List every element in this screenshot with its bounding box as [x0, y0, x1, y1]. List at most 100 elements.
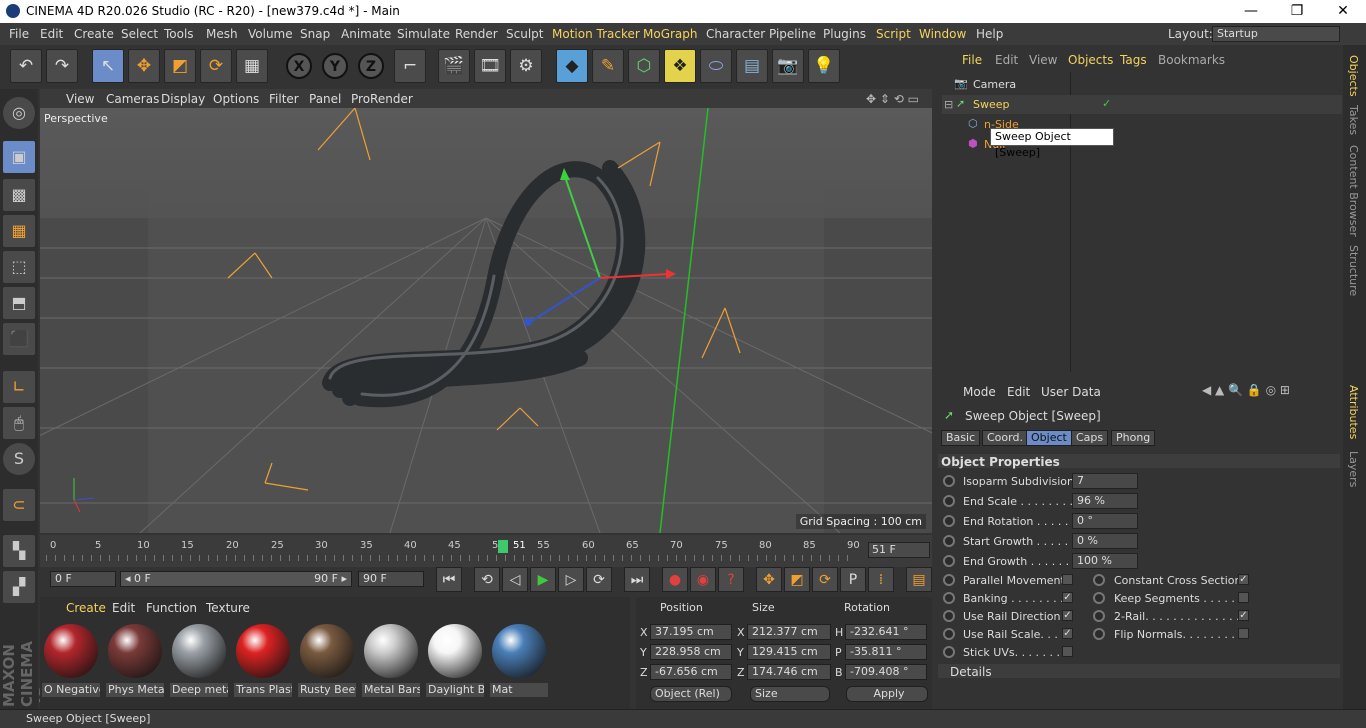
vp-menu-options[interactable]: Options — [213, 92, 259, 106]
tab-content-browser[interactable]: Content Browser — [1347, 145, 1360, 237]
anim-radio[interactable] — [943, 610, 955, 622]
start-frame-field[interactable]: 0 F — [50, 571, 116, 587]
anim-radio[interactable] — [943, 574, 955, 586]
tab-object[interactable]: Object — [1026, 430, 1072, 446]
material-swatch[interactable]: O Negative — [42, 622, 100, 698]
tweak-mode-icon[interactable]: 🖱 — [3, 407, 35, 439]
planar-workplane-icon[interactable]: ▞ — [3, 571, 35, 603]
tab-layers[interactable]: Layers — [1347, 451, 1360, 487]
menu-animate[interactable]: Animate — [341, 27, 391, 41]
tab-caps[interactable]: Caps — [1071, 430, 1109, 446]
mat-menu-texture[interactable]: Texture — [206, 601, 250, 615]
points-mode-icon[interactable]: ⬚ — [3, 251, 35, 283]
pen-spline-icon[interactable]: ✎ — [592, 49, 624, 83]
start-growth-field[interactable]: 0 % — [1072, 533, 1138, 549]
material-swatch[interactable]: Trans Plasti — [234, 622, 292, 698]
deformer-icon[interactable]: ⬭ — [700, 49, 732, 83]
material-swatch[interactable]: Deep metal — [170, 622, 228, 698]
obj-menu-file[interactable]: File — [962, 53, 982, 67]
render-picture-viewer-icon[interactable]: 🎞 — [474, 49, 506, 83]
end-rotation-field[interactable]: 0 ° — [1072, 513, 1138, 529]
material-swatch[interactable]: Metal Bars — [362, 622, 420, 698]
banking-checkbox[interactable]: ✓ — [1062, 592, 1073, 603]
details-section[interactable]: Details — [938, 664, 1340, 679]
texture-mode-icon[interactable]: ▩ — [3, 179, 35, 211]
snapping-icon[interactable]: S — [3, 443, 35, 475]
key-position-icon[interactable]: ✥ — [756, 567, 782, 592]
tab-phong[interactable]: Phong — [1111, 430, 1156, 446]
rotate-tool-icon[interactable]: ⟳ — [200, 49, 232, 83]
magnet-icon[interactable]: ⊂ — [3, 489, 35, 521]
vp-menu-cameras[interactable]: Cameras — [106, 92, 159, 106]
camera-object-icon[interactable]: 📷 — [772, 49, 804, 83]
workplane-lock-icon[interactable]: ▚ — [3, 535, 35, 567]
workplane-mode-icon[interactable]: ▦ — [3, 215, 35, 247]
obj-menu-objects[interactable]: Objects — [1068, 53, 1113, 67]
key-rotation-icon[interactable]: ⟳ — [812, 567, 838, 592]
enabled-check-icon[interactable]: ✓ — [1102, 97, 1111, 110]
key-pla-icon[interactable]: ⁞ — [868, 567, 894, 592]
attr-nav-icons[interactable]: ◀ ▲ 🔍 🔒 ◎ ⊞ — [1202, 383, 1290, 397]
recent-tools-icon[interactable]: ▦ — [236, 49, 268, 83]
timeline[interactable]: 0 5 10 15 20 25 30 35 40 45 50 51 55 60 … — [40, 535, 932, 567]
subdivision-surface-icon[interactable]: ⬡ — [628, 49, 660, 83]
size-x-field[interactable]: 212.377 cm — [747, 624, 831, 640]
anim-radio[interactable] — [1093, 592, 1105, 604]
anim-radio[interactable] — [943, 646, 955, 658]
rotation-p-field[interactable]: -35.811 ° — [845, 644, 927, 660]
anim-radio[interactable] — [943, 628, 955, 640]
size-z-field[interactable]: 174.746 cm — [747, 664, 831, 680]
coordinate-system-icon[interactable]: ⌐ — [394, 49, 426, 83]
menu-render[interactable]: Render — [455, 27, 498, 41]
use-rail-direction-checkbox[interactable]: ✓ — [1062, 610, 1073, 621]
position-x-field[interactable]: 37.195 cm — [650, 624, 732, 640]
make-editable-icon[interactable]: ◎ — [3, 97, 35, 129]
cloner-icon[interactable]: ❖ — [664, 49, 696, 83]
vp-menu-panel[interactable]: Panel — [309, 92, 341, 106]
x-axis-lock-icon[interactable]: X — [286, 53, 312, 79]
obj-menu-bookmarks[interactable]: Bookmarks — [1158, 53, 1225, 67]
close-button[interactable]: ✕ — [1320, 0, 1366, 23]
key-scale-icon[interactable]: ◩ — [784, 567, 810, 592]
menu-motion-tracker[interactable]: Motion Tracker — [552, 27, 640, 41]
keep-segments-checkbox[interactable] — [1238, 592, 1249, 603]
coord-mode-dropdown[interactable]: Object (Rel) — [650, 686, 732, 702]
obj-menu-tags[interactable]: Tags — [1120, 53, 1147, 67]
viewport-nav-icons[interactable]: ✥ ⇕ ⟲ ▭ — [866, 92, 919, 106]
anim-radio[interactable] — [1093, 628, 1105, 640]
anim-radio[interactable] — [1093, 610, 1105, 622]
tab-basic[interactable]: Basic — [941, 430, 981, 446]
keyframe-selection-icon[interactable]: ? — [718, 567, 744, 592]
material-swatch[interactable]: Rusty Beetl — [298, 622, 356, 698]
mat-menu-create[interactable]: Create — [66, 601, 106, 615]
menu-create[interactable]: Create — [74, 27, 114, 41]
edges-mode-icon[interactable]: ⬒ — [3, 287, 35, 319]
vp-menu-filter[interactable]: Filter — [269, 92, 299, 106]
y-axis-lock-icon[interactable]: Y — [322, 53, 348, 79]
vp-menu-display[interactable]: Display — [161, 92, 205, 106]
tab-coord[interactable]: Coord. — [982, 430, 1028, 446]
attr-menu-mode[interactable]: Mode — [963, 385, 996, 399]
maximize-button[interactable]: ❐ — [1274, 0, 1320, 23]
3d-viewport[interactable]: Perspective Grid Spacing : 100 cm — [40, 108, 932, 533]
object-row-sweep[interactable]: ⊟ ➚ Sweep ✓ — [942, 95, 1342, 114]
move-tool-icon[interactable]: ✥ — [128, 49, 160, 83]
vp-menu-view[interactable]: View — [66, 92, 94, 106]
render-settings-icon[interactable]: ⚙ — [510, 49, 542, 83]
end-scale-field[interactable]: 96 % — [1072, 493, 1138, 509]
layout-dropdown[interactable]: Startup — [1212, 26, 1340, 42]
record-active-objects-icon[interactable]: ● — [662, 567, 688, 592]
undo-icon[interactable]: ↶ — [10, 49, 42, 83]
obj-menu-edit[interactable]: Edit — [995, 53, 1018, 67]
tab-structure[interactable]: Structure — [1347, 245, 1360, 296]
autokeying-icon[interactable]: ◉ — [690, 567, 716, 592]
mat-menu-function[interactable]: Function — [146, 601, 197, 615]
menu-select[interactable]: Select — [121, 27, 158, 41]
menu-character[interactable]: Character — [706, 27, 765, 41]
menu-sculpt[interactable]: Sculpt — [506, 27, 543, 41]
go-to-end-icon[interactable]: ⏭ — [624, 567, 650, 592]
tab-takes[interactable]: Takes — [1347, 105, 1360, 135]
previous-key-icon[interactable]: ⟲ — [474, 567, 500, 592]
end-growth-field[interactable]: 100 % — [1072, 553, 1138, 569]
anim-radio[interactable] — [943, 592, 955, 604]
